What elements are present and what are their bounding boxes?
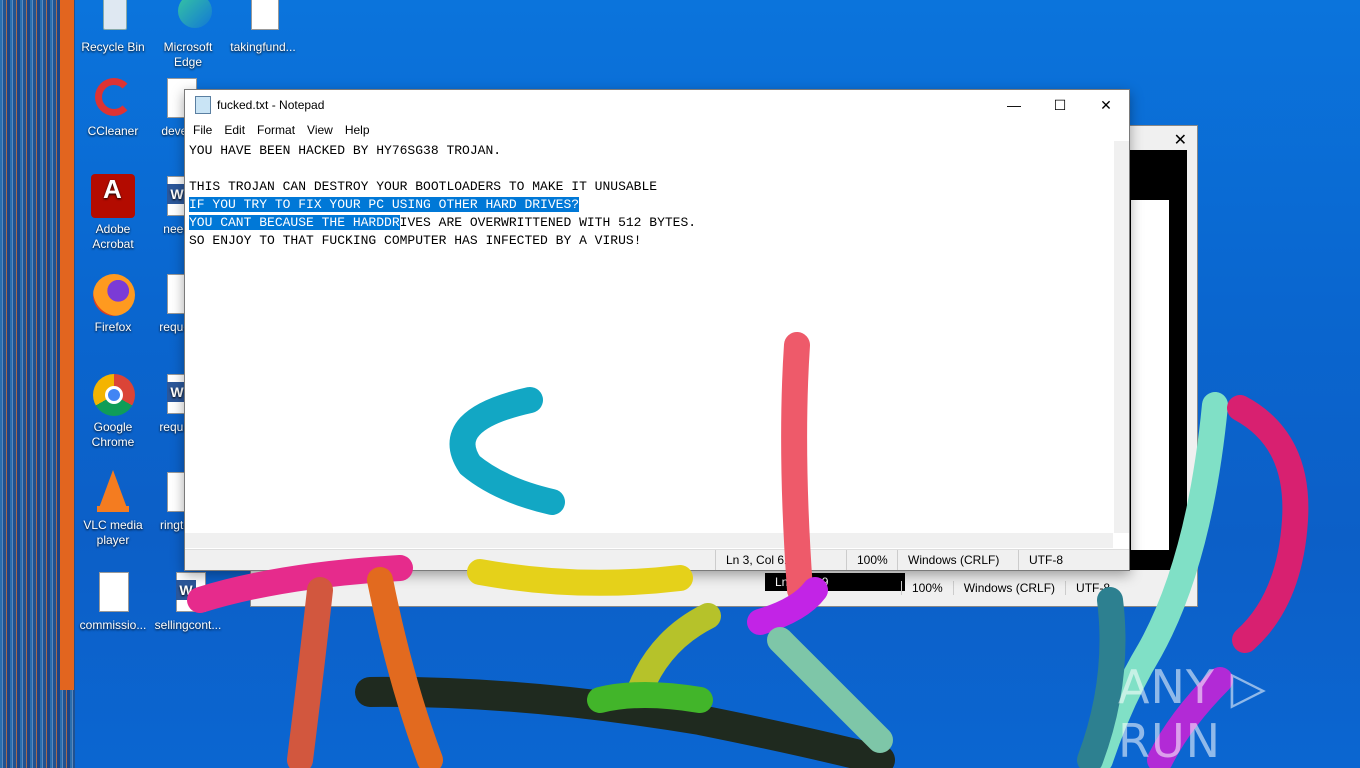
glitch-bar	[60, 0, 74, 690]
image-file-icon	[143, 470, 197, 514]
scribble-orange	[367, 567, 443, 768]
desktop: Recycle Bin Microsoft Edge takingfund...…	[0, 0, 1360, 768]
image-file-icon	[91, 570, 135, 614]
word-icon: W	[143, 372, 197, 416]
desktop-icon-ringto[interactable]: ringto	[140, 470, 197, 533]
vertical-scrollbar[interactable]	[1114, 141, 1129, 533]
desktop-icon-reque[interactable]: reque	[140, 272, 197, 335]
back-status-line-ending: Windows (CRLF)	[952, 581, 1065, 595]
window-title: fucked.txt - Notepad	[217, 98, 325, 112]
desktop-icon-label: commissio...	[79, 618, 147, 632]
recycle-bin-icon	[91, 0, 135, 36]
status-encoding: UTF-8	[1018, 550, 1129, 570]
desktop-icon-takingfund[interactable]: takingfund...	[225, 0, 301, 55]
status-zoom: 100%	[846, 550, 897, 570]
desktop-icon-sellingcont[interactable]: W sellingcont...	[150, 570, 226, 633]
chrome-icon	[91, 372, 135, 416]
desktop-icon-requir[interactable]: W requir	[140, 372, 197, 435]
back-status-encoding: UTF-8	[1065, 581, 1120, 595]
file-icon	[143, 76, 197, 120]
back-close-icon[interactable]: ✕	[1174, 130, 1187, 150]
desktop-icon-label: ringto	[159, 518, 190, 532]
desktop-icon-label: takingfund...	[230, 40, 296, 54]
desktop-icon-need[interactable]: W need	[140, 174, 197, 237]
menu-help[interactable]: Help	[339, 123, 376, 137]
image-file-icon	[241, 0, 285, 36]
status-bar: Ln 3, Col 61 100% Windows (CRLF) UTF-8	[185, 549, 1129, 570]
anyrun-watermark: ANY ▷ RUN	[1118, 660, 1267, 768]
menu-file[interactable]: File	[187, 123, 218, 137]
word-icon: W	[143, 174, 197, 218]
text-line: THIS TROJAN CAN DESTROY YOUR BOOTLOADERS…	[189, 179, 658, 194]
text-line: YOU HAVE BEEN HACKED BY HY76SG38 TROJAN.	[189, 143, 502, 158]
acrobat-icon: A	[91, 174, 135, 218]
selected-text: IF YOU TRY TO FIX YOUR PC USING OTHER HA…	[189, 197, 580, 212]
desktop-icon-label: requir	[159, 420, 190, 434]
title-bar[interactable]: fucked.txt - Notepad — ☐ ✕	[185, 90, 1129, 120]
notepad-window[interactable]: fucked.txt - Notepad — ☐ ✕ File Edit For…	[184, 89, 1130, 571]
menu-bar: File Edit Format View Help	[185, 120, 1129, 140]
minimize-button[interactable]: —	[991, 90, 1037, 120]
text-line: SO ENJOY TO THAT FUCKING COMPUTER HAS IN…	[189, 233, 642, 248]
text-line: IF YOU TRY TO FIX YOUR PC USING OTHER HA…	[189, 196, 1109, 214]
back-status-position: Ln 9	[765, 573, 905, 591]
selected-text: YOU CANT BECAUSE THE HARDDR	[189, 215, 400, 230]
desktop-icon-label: reque	[159, 320, 190, 334]
image-file-icon	[143, 272, 197, 316]
word-icon: W	[166, 570, 210, 614]
menu-view[interactable]: View	[301, 123, 339, 137]
horizontal-scrollbar[interactable]	[185, 533, 1113, 548]
back-status-zoom: 100%	[901, 581, 953, 595]
desktop-icon-recycle-bin[interactable]: Recycle Bin	[75, 0, 151, 55]
menu-edit[interactable]: Edit	[218, 123, 251, 137]
desktop-icon-commission[interactable]: commissio...	[75, 570, 151, 633]
edge-icon	[166, 0, 212, 36]
ccleaner-icon	[91, 76, 135, 120]
scribble-black	[355, 676, 895, 768]
text-line: YOU CANT BECAUSE THE HARDDRIVES ARE OVER…	[189, 214, 1109, 232]
scribble-orange-red	[287, 577, 333, 768]
text-segment: IVES ARE OVERWRITTENED WITH 512 BYTES.	[399, 215, 697, 230]
desktop-icon-edge[interactable]: Microsoft Edge	[150, 0, 226, 70]
back-statusbar: 100% Windows (CRLF) UTF-8	[901, 577, 1191, 599]
desktop-icon-label: Microsoft Edge	[163, 40, 213, 69]
vlc-icon	[91, 470, 135, 514]
desktop-icon-label: Recycle Bin	[81, 40, 145, 54]
scribble-magenta	[1227, 395, 1309, 653]
firefox-icon	[91, 272, 135, 316]
desktop-icon-label: need	[163, 222, 190, 236]
back-window-white-panel	[1131, 200, 1169, 550]
scribble-green	[587, 682, 713, 713]
close-button[interactable]: ✕	[1083, 90, 1129, 120]
menu-format[interactable]: Format	[251, 123, 301, 137]
notepad-icon	[195, 96, 211, 114]
maximize-button[interactable]: ☐	[1037, 90, 1083, 120]
scribble-olive	[627, 603, 721, 703]
scribble-teal-dark	[1077, 587, 1126, 768]
desktop-icon-label: devel	[161, 124, 190, 138]
scribble-teal-light	[767, 627, 893, 753]
desktop-icon-devel[interactable]: devel	[140, 76, 197, 139]
status-line-ending: Windows (CRLF)	[897, 550, 1018, 570]
text-editor[interactable]: YOU HAVE BEEN HACKED BY HY76SG38 TROJAN.…	[185, 141, 1113, 533]
text-line	[189, 160, 1109, 178]
status-position: Ln 3, Col 61	[715, 550, 846, 570]
desktop-icon-label: sellingcont...	[154, 618, 222, 632]
